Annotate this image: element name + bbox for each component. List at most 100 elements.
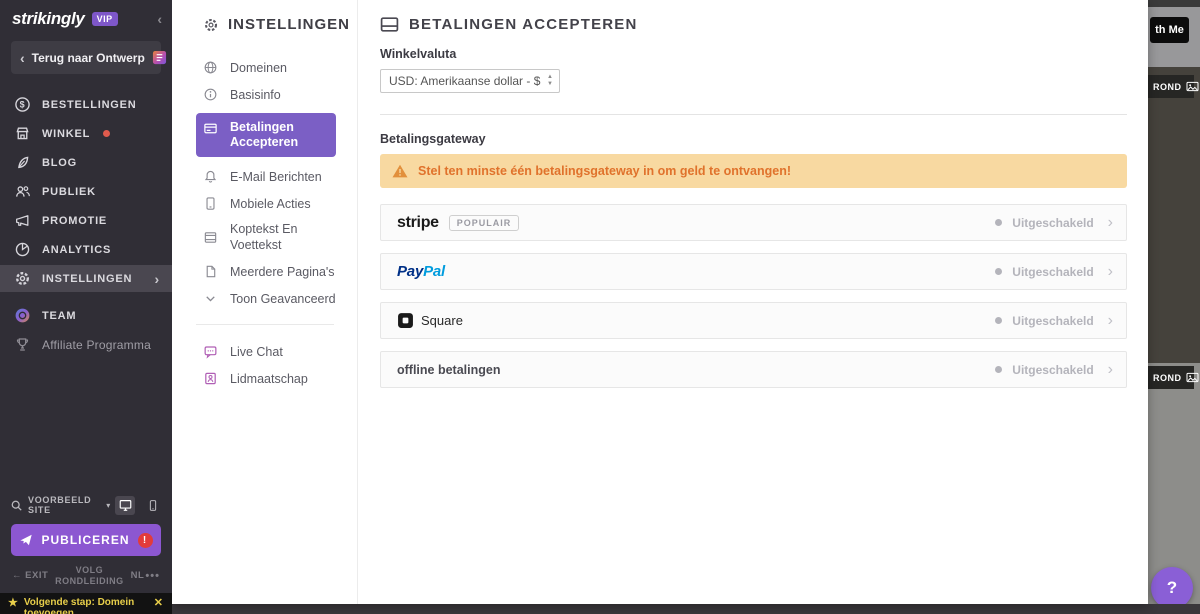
back-to-editor-button[interactable]: ‹ Terug naar Ontwerp — [11, 41, 166, 74]
settings-item-koptekst-voettekst[interactable]: Koptekst En Voettekst — [203, 217, 333, 258]
settings-item-betalingen-accepteren[interactable]: Betalingen Accepteren — [196, 113, 336, 157]
sidebar-item-instellingen[interactable]: INSTELLINGEN › — [0, 265, 172, 292]
sidebar-item-label: BESTELLINGEN — [42, 98, 137, 111]
gateway-row-paypal[interactable]: PayPal Uitgeschakeld › — [380, 253, 1127, 290]
preview-site-label[interactable]: VOORBEELD SITE — [28, 495, 101, 515]
settings-menu-title: INSTELLINGEN — [228, 16, 351, 33]
popular-badge: POPULAIR — [448, 214, 520, 231]
preview-bottom-strip — [172, 604, 1200, 614]
status-label: Uitgeschakeld — [1012, 215, 1094, 230]
preview-site-row: VOORBEELD SITE ▾ — [0, 495, 172, 515]
select-stepper-icon: ▲ ▼ — [547, 73, 553, 88]
store-icon — [14, 125, 31, 142]
strikingly-logo: strikingly — [12, 9, 85, 28]
status-dot — [995, 317, 1003, 324]
settings-item-mobiele-acties[interactable]: Mobiele Acties — [203, 190, 357, 217]
member-badge-icon — [203, 371, 218, 386]
sidebar-item-publiek[interactable]: PUBLIEK — [0, 177, 172, 206]
menu-divider — [196, 324, 334, 326]
background-edit-badge[interactable]: ROND — [1148, 75, 1199, 98]
settings-menu-header: INSTELLINGEN — [203, 16, 357, 33]
background-badge-label: ROND — [1153, 81, 1182, 92]
mobile-icon — [203, 196, 218, 211]
exit-button[interactable]: ← EXIT — [12, 570, 48, 581]
section-divider — [380, 114, 1127, 115]
mobile-preview-button[interactable] — [147, 498, 160, 513]
site-thumbnail-icon — [152, 50, 167, 65]
preview-dark-section — [1148, 67, 1200, 363]
settings-item-label: Koptekst En Voettekst — [230, 222, 298, 252]
settings-item-toon-geavanceerd[interactable]: Toon Geavanceerd — [203, 285, 357, 312]
status-label: Uitgeschakeld — [1012, 313, 1094, 328]
chevron-down-icon — [203, 291, 218, 306]
settings-menu: INSTELLINGEN Domeinen Basisinfo Betaling… — [172, 0, 358, 604]
chevron-right-icon: › — [154, 270, 160, 287]
settings-item-meerdere-paginas[interactable]: Meerdere Pagina's — [203, 258, 357, 285]
pie-chart-icon — [14, 241, 31, 258]
gateway-section-label: Betalingsgateway — [380, 132, 486, 146]
sidebar-item-label: WINKEL — [42, 127, 91, 140]
settings-item-label: E-Mail Berichten — [230, 169, 322, 184]
publish-label: PUBLICEREN — [41, 533, 130, 548]
publish-alert-badge: ! — [137, 532, 153, 548]
tour-row: ← EXIT VOLG RONDLEIDING NL ••• — [0, 565, 172, 593]
sidebar-item-label: PUBLIEK — [42, 185, 96, 198]
sidebar-item-blog[interactable]: BLOG — [0, 148, 172, 177]
settings-item-domeinen[interactable]: Domeinen — [203, 54, 357, 81]
settings-item-label: Betalingen Accepteren — [230, 120, 299, 149]
main-content: BETALINGEN ACCEPTEREN Winkelvaluta USD: … — [358, 0, 1148, 604]
sidebar-item-label: BLOG — [42, 156, 77, 169]
settings-item-live-chat[interactable]: Live Chat — [203, 338, 357, 365]
settings-item-email-berichten[interactable]: E-Mail Berichten — [203, 163, 357, 190]
search-icon — [10, 499, 23, 512]
gateway-row-square[interactable]: Square Uitgeschakeld › — [380, 302, 1127, 339]
preview-cta-button[interactable]: th Me — [1150, 17, 1189, 43]
caret-down-icon: ▾ — [106, 500, 111, 510]
gateway-row-stripe[interactable]: stripe POPULAIR Uitgeschakeld › — [380, 204, 1127, 241]
megaphone-icon — [14, 212, 31, 229]
feather-icon — [14, 154, 31, 171]
settings-item-basisinfo[interactable]: Basisinfo — [203, 81, 357, 108]
background-edit-badge-2[interactable]: ROND — [1148, 366, 1199, 389]
chevron-right-icon: › — [1107, 360, 1113, 378]
settings-item-label: Domeinen — [230, 60, 287, 75]
sidebar-item-team[interactable]: TEAM — [0, 301, 172, 330]
team-icon — [14, 307, 31, 324]
language-button[interactable]: NL — [131, 570, 145, 581]
warning-text: Stel ten minste één betalingsgateway in … — [418, 164, 791, 178]
sidebar-bottom: VOORBEELD SITE ▾ PUBLICEREN ! ← EXIT VOL… — [0, 495, 172, 614]
sidebar-item-affiliate[interactable]: Affiliate Programma — [0, 330, 172, 359]
chevron-right-icon: › — [1107, 311, 1113, 329]
preview-top-bar — [1148, 0, 1200, 7]
publish-button[interactable]: PUBLICEREN ! — [11, 524, 161, 557]
info-icon — [203, 87, 218, 102]
sidebar-item-winkel[interactable]: WINKEL — [0, 119, 172, 148]
sidebar-item-analytics[interactable]: ANALYTICS — [0, 235, 172, 264]
desktop-preview-button[interactable] — [115, 495, 135, 515]
globe-icon — [203, 60, 218, 75]
sidebar-item-bestellingen[interactable]: $ BESTELLINGEN — [0, 90, 172, 119]
status-dot — [995, 268, 1003, 275]
settings-item-lidmaatschap[interactable]: Lidmaatschap — [203, 365, 357, 392]
collapse-sidebar-icon[interactable]: ‹ — [157, 12, 162, 26]
page-title: BETALINGEN ACCEPTEREN — [409, 16, 638, 33]
help-button[interactable]: ? — [1151, 567, 1193, 609]
sidebar-item-promotie[interactable]: PROMOTIE — [0, 206, 172, 235]
notification-dot — [103, 130, 111, 137]
more-options-icon[interactable]: ••• — [145, 570, 160, 582]
header-footer-icon — [203, 230, 218, 245]
paypal-logo: PayPal — [397, 262, 446, 280]
offline-payments-label: offline betalingen — [397, 362, 501, 377]
square-logo-label: Square — [421, 313, 463, 328]
currency-selected-value: USD: Amerikaanse dollar - $ — [389, 74, 541, 88]
star-icon: ★ — [8, 597, 18, 609]
follow-tour-button[interactable]: VOLG RONDLEIDING — [49, 565, 129, 586]
gateway-row-offline[interactable]: offline betalingen Uitgeschakeld › — [380, 351, 1127, 388]
chevron-left-icon: ‹ — [20, 49, 25, 66]
next-step-text: Volgende stap: Domein toevoegen — [23, 597, 135, 614]
status-label: Uitgeschakeld — [1012, 264, 1094, 279]
currency-select[interactable]: USD: Amerikaanse dollar - $ ▲ ▼ — [380, 69, 560, 93]
settings-item-label: Meerdere Pagina's — [230, 264, 335, 279]
close-icon[interactable]: ✕ — [154, 597, 163, 614]
gear-icon — [14, 270, 31, 287]
